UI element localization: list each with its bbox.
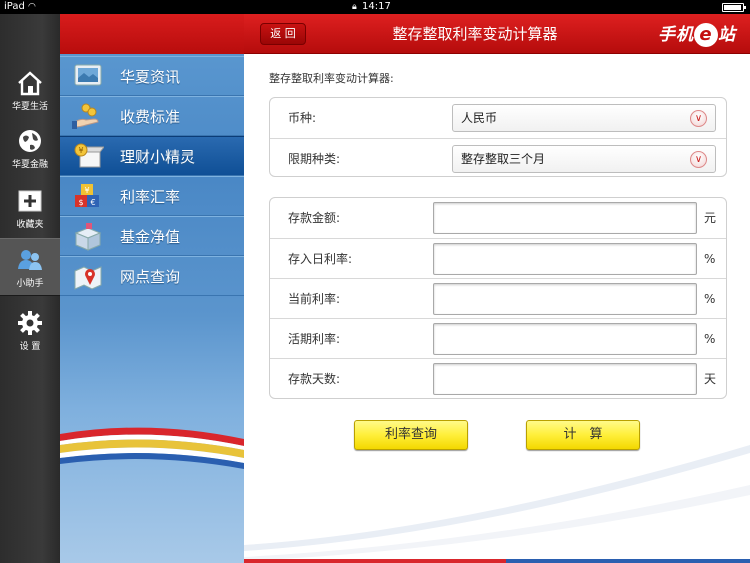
clock: 14:17 [362,1,391,12]
menu-item-label: 基金净值 [120,228,181,246]
menu-header-bar [60,14,244,54]
gear-icon [18,311,42,335]
currency-label: 币种: [288,111,317,125]
svg-text:$: $ [78,198,83,207]
demand-rate-input[interactable] [433,323,697,355]
title-bar: 返 回 整存整取利率变动计算器 手机 e 站 [244,14,750,54]
calculator-panel: 整存整取利率变动计算器: 币种: 人民币 ∨ 限期种类: 整存整取三个月 ∨ 存… [244,55,750,563]
plus-icon [18,190,42,212]
unit-label: 天 [704,372,717,386]
deposit-amount-row: 存款金额: 元 [270,198,726,238]
chevron-down-icon: ∨ [690,110,707,127]
deposit-amount-label: 存款金额: [288,211,341,225]
main-tab-bar: 华夏生活 华夏金融 收藏夹 小助手 设 置 [0,14,60,563]
news-screen-icon [74,64,102,86]
current-rate-row: 当前利率: % [270,278,726,318]
calculate-button[interactable]: 计 算 [526,420,640,450]
demand-rate-row: 活期利率: % [270,318,726,358]
brand-suffix: 站 [718,25,736,45]
deposit-amount-input[interactable] [433,202,697,234]
sub-menu: 华夏资讯 收费标准 ¥ 理财小精灵 ¥ $ € 利率汇率 基金净值 网点查询 [60,14,244,563]
tab-assistant[interactable]: 小助手 [0,238,60,296]
menu-item-wealth-sprite[interactable]: ¥ 理财小精灵 [60,136,244,176]
tab-huaxia-finance[interactable]: 华夏金融 [0,120,60,178]
tab-label: 小助手 [16,279,44,289]
tab-favorites[interactable]: 收藏夹 [0,180,60,238]
globe-icon [19,130,41,152]
unit-label: 元 [704,211,717,225]
lock-icon: 🔒︎ [352,2,357,12]
decorative-wave [60,427,244,469]
brand-logo: 手机 e 站 [658,20,736,47]
tab-settings[interactable]: 设 置 [0,302,60,360]
menu-item-label: 收费标准 [120,108,181,126]
map-pin-icon [74,266,102,290]
tab-label: 设 置 [19,342,41,352]
menu-item-fees[interactable]: 收费标准 [60,96,244,136]
term-type-row: 限期种类: 整存整取三个月 ∨ [270,138,726,178]
currency-row: 币种: 人民币 ∨ [270,98,726,138]
rate-query-button[interactable]: 利率查询 [354,420,468,450]
currency-blocks-icon: ¥ $ € [75,184,99,207]
people-icon [18,250,42,270]
current-rate-label: 当前利率: [288,292,341,306]
deposit-date-rate-label: 存入日利率: [288,252,353,266]
svg-text:€: € [90,198,95,207]
menu-item-label: 理财小精灵 [120,148,196,166]
menu-item-label: 网点查询 [120,268,181,286]
menu-item-news[interactable]: 华夏资讯 [60,56,244,96]
term-type-select[interactable]: 整存整取三个月 ∨ [452,145,716,173]
input-group: 存款金额: 元 存入日利率: % 当前利率: % 活期利率: % 存款天数: 天 [269,197,727,399]
coin-box-icon: ¥ [74,143,104,168]
svg-text:¥: ¥ [78,146,83,155]
unit-label: % [704,332,716,346]
menu-item-fund-nav[interactable]: 基金净值 [60,216,244,256]
page-title: 整存整取利率变动计算器 [392,25,558,43]
svg-text:¥: ¥ [84,186,89,195]
menu-item-label: 利率汇率 [120,188,181,206]
tab-label: 收藏夹 [16,220,44,230]
back-button[interactable]: 返 回 [260,23,306,45]
term-type-label: 限期种类: [288,152,341,166]
tab-huaxia-life[interactable]: 华夏生活 [0,62,60,120]
select-group: 币种: 人民币 ∨ 限期种类: 整存整取三个月 ∨ [269,97,727,177]
unit-label: % [704,292,716,306]
term-type-value: 整存整取三个月 [461,152,546,166]
menu-item-rates[interactable]: ¥ $ € 利率汇率 [60,176,244,216]
house-icon [18,71,42,96]
tab-label: 华夏金融 [11,160,48,170]
unit-label: % [704,252,716,266]
battery-icon [722,3,746,12]
deposit-days-input[interactable] [433,363,697,395]
menu-item-label: 华夏资讯 [120,68,181,86]
deposit-days-label: 存款天数: [288,372,341,386]
tab-label: 华夏生活 [11,102,48,112]
brand-e: e [694,23,718,47]
current-rate-input[interactable] [433,283,697,315]
brand-prefix: 手机 [658,25,694,45]
hand-coins-icon [72,103,99,129]
menu-item-branches[interactable]: 网点查询 [60,256,244,296]
wifi-icon: ◠ [28,2,36,12]
deposit-date-rate-row: 存入日利率: % [270,238,726,278]
gift-box-icon [74,223,102,251]
section-title: 整存整取利率变动计算器: [269,72,394,85]
chevron-down-icon: ∨ [690,151,707,168]
carrier-label: iPad [4,1,25,12]
demand-rate-label: 活期利率: [288,332,341,346]
currency-value: 人民币 [461,111,498,125]
decorative-wave [244,445,750,563]
status-bar: iPad ◠ 🔒︎ 14:17 [0,0,750,14]
deposit-date-rate-input[interactable] [433,243,697,275]
currency-select[interactable]: 人民币 ∨ [452,104,716,132]
deposit-days-row: 存款天数: 天 [270,358,726,398]
